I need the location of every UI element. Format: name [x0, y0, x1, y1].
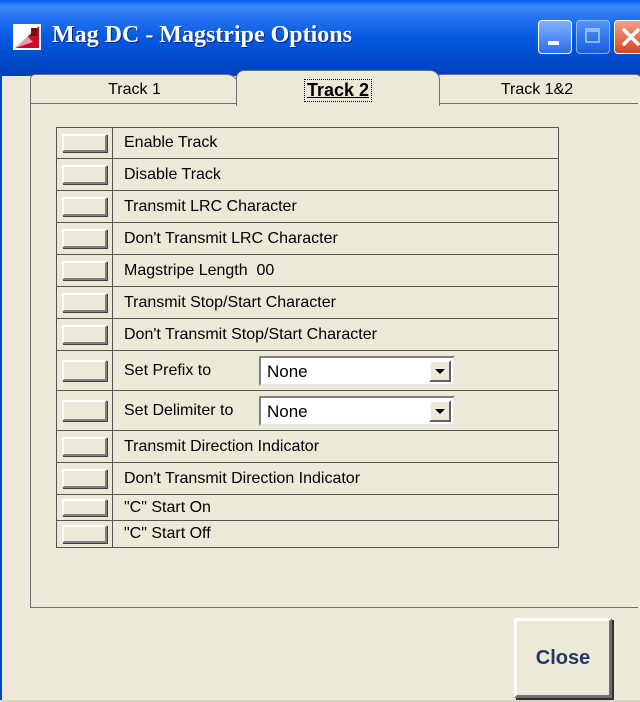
option-label: "C" Start On	[124, 498, 211, 516]
window-title: Mag DC - Magstripe Options	[52, 22, 352, 48]
tab-strip: Track 1 Track 1&2 Track 2	[30, 70, 640, 106]
option-row-c-start-off: "C" Start Off	[56, 521, 559, 548]
close-icon	[622, 28, 640, 46]
option-label: Disable Track	[124, 165, 221, 183]
option-row-disable-track: Disable Track	[56, 159, 559, 191]
option-label: Set Prefix to	[124, 361, 212, 379]
tab-label: Track 1&2	[500, 80, 574, 98]
option-label: Transmit Stop/Start Character	[124, 293, 336, 311]
option-row-set-delimiter: Set Delimiter to None	[56, 391, 559, 431]
option-label: Transmit LRC Character	[124, 197, 297, 215]
option-label: Don't Transmit Stop/Start Character	[124, 325, 377, 343]
tab-track-1-and-2[interactable]: Track 1&2	[432, 74, 640, 104]
set-delimiter-button[interactable]	[57, 391, 113, 430]
option-row-dont-transmit-lrc: Don't Transmit LRC Character	[56, 223, 559, 255]
dont-transmit-stop-start-button[interactable]	[57, 319, 113, 350]
close-window-button[interactable]	[614, 20, 640, 54]
prefix-select[interactable]: None	[259, 356, 455, 386]
tab-track-1[interactable]: Track 1	[30, 74, 239, 104]
minimize-button[interactable]	[538, 20, 572, 54]
tab-label: Track 2	[303, 78, 373, 102]
disable-track-button[interactable]	[57, 159, 113, 190]
option-label: Set Delimiter to	[124, 401, 234, 419]
transmit-lrc-button[interactable]	[57, 191, 113, 222]
enable-track-button[interactable]	[57, 128, 113, 158]
title-bar[interactable]: Mag DC - Magstripe Options	[0, 0, 640, 76]
dont-transmit-lrc-button[interactable]	[57, 223, 113, 254]
delimiter-select-value: None	[267, 402, 308, 421]
option-label: Enable Track	[124, 134, 218, 151]
c-start-off-button[interactable]	[57, 521, 113, 547]
set-prefix-button[interactable]	[57, 351, 113, 390]
transmit-direction-button[interactable]	[57, 431, 113, 462]
option-row-c-start-on: "C" Start On	[56, 495, 559, 521]
option-row-magstripe-length: Magstripe Length 00	[56, 255, 559, 287]
tab-label: Track 1	[108, 80, 161, 98]
prefix-select-value: None	[267, 362, 308, 381]
c-start-on-button[interactable]	[57, 495, 113, 520]
magstripe-length-button[interactable]	[57, 255, 113, 286]
close-button[interactable]: Close	[514, 618, 612, 698]
transmit-stop-start-button[interactable]	[57, 287, 113, 318]
option-row-transmit-direction: Transmit Direction Indicator	[56, 431, 559, 463]
dont-transmit-direction-button[interactable]	[57, 463, 113, 494]
option-label: Magstripe Length 00	[124, 261, 275, 279]
option-row-enable-track: Enable Track	[56, 127, 559, 159]
option-row-dont-transmit-direction: Don't Transmit Direction Indicator	[56, 463, 559, 495]
app-icon	[13, 24, 41, 50]
options-dialog: Mag DC - Magstripe Options Track 1 Track…	[0, 0, 640, 702]
option-label: Transmit Direction Indicator	[124, 437, 320, 455]
option-label: Don't Transmit Direction Indicator	[124, 469, 361, 487]
chevron-down-icon[interactable]	[429, 400, 451, 422]
options-list: Enable Track Disable Track Transmit LRC …	[56, 127, 559, 548]
maximize-icon	[585, 28, 600, 43]
option-row-dont-transmit-stop-start: Don't Transmit Stop/Start Character	[56, 319, 559, 351]
option-label: Don't Transmit LRC Character	[124, 229, 338, 247]
window-border	[0, 76, 2, 702]
delimiter-select[interactable]: None	[259, 396, 455, 426]
option-label: "C" Start Off	[124, 525, 211, 542]
option-row-transmit-stop-start: Transmit Stop/Start Character	[56, 287, 559, 319]
maximize-button[interactable]	[576, 20, 610, 54]
option-row-set-prefix: Set Prefix to None	[56, 351, 559, 391]
option-row-transmit-lrc: Transmit LRC Character	[56, 191, 559, 223]
minimize-icon	[548, 41, 559, 45]
tab-track-2[interactable]: Track 2	[236, 70, 440, 106]
chevron-down-icon[interactable]	[429, 360, 451, 382]
